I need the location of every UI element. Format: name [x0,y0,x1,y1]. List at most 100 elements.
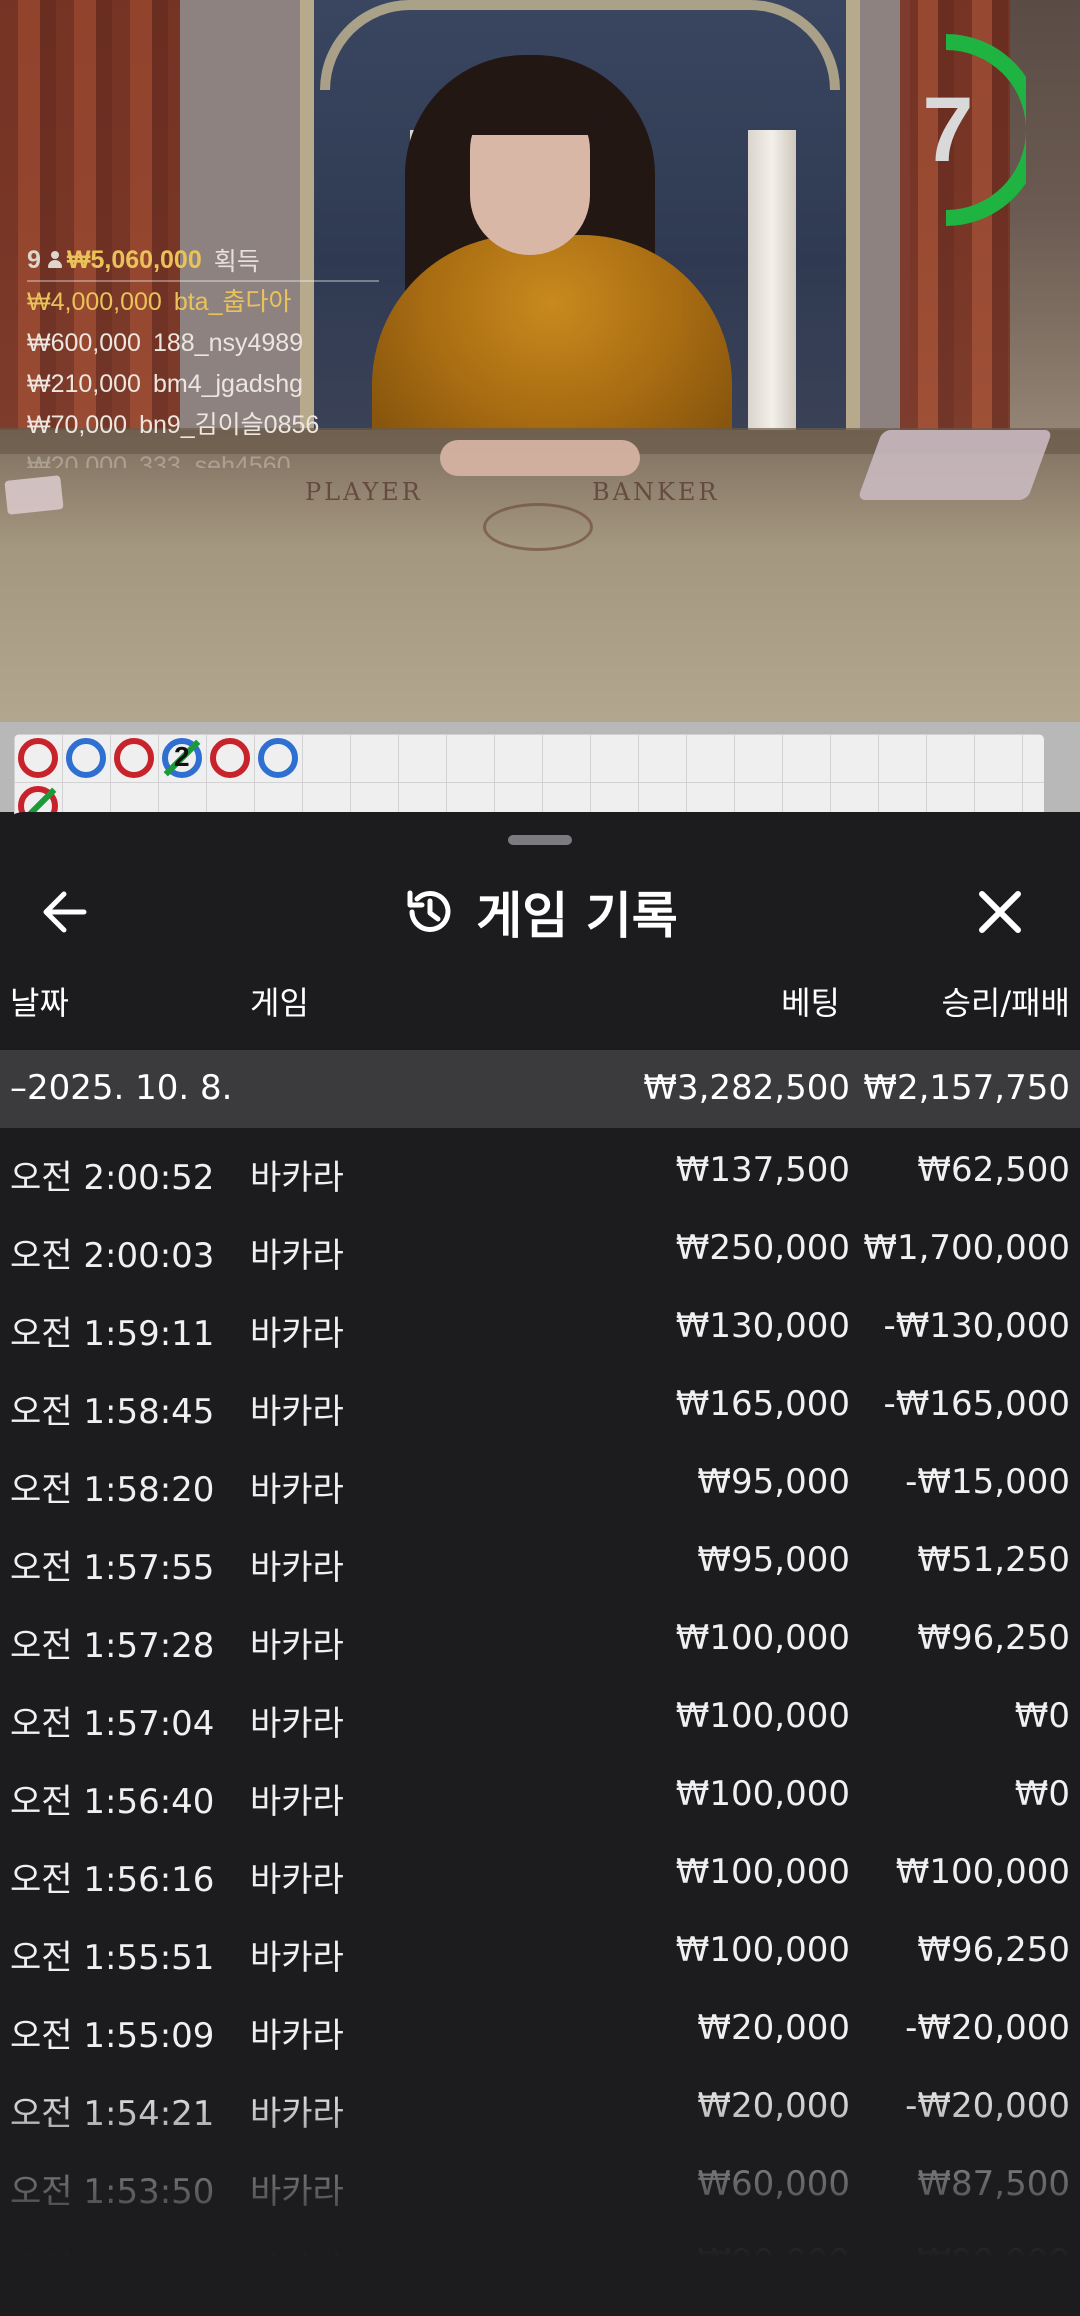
dealer-bangs [455,65,605,135]
row-time: 오전 1:54:21 [10,2094,215,2134]
winner-name: bta_춥다아 [173,288,292,316]
row-game: 바카라 [250,1938,344,1978]
date-group-win-loss-total: ₩2,157,750 [863,1068,1070,1108]
row-game: 바카라 [250,1470,344,1510]
panel-title-group: 게임 기록 [0,862,1080,962]
row-time: 오전 1:57:55 [10,1548,215,1588]
dealer-hands [440,440,640,476]
row-win-loss: -₩20,000 [905,2086,1070,2126]
row-bet: ₩20,000 [697,2008,850,2048]
drag-handle[interactable] [508,835,572,845]
winners-summary: 9 ₩5,060,000 획득 [27,240,379,282]
date-group-bet-total: ₩3,282,500 [643,1068,850,1108]
table-row[interactable]: 오전 1:54:21 바카라 ₩20,000 -₩20,000 [0,2064,1080,2142]
winners-total: ₩5,060,000 [66,245,202,274]
row-win-loss: ₩51,250 [917,1540,1070,1580]
row-bet: ₩95,000 [697,1540,850,1580]
row-time: 오전 1:55:51 [10,1938,215,1978]
row-bet: ₩100,000 [675,1930,850,1970]
row-game: 바카라 [250,2172,344,2212]
player-felt-label: PLAYER [305,478,423,506]
row-game: 바카라 [250,1626,344,1666]
close-icon [979,891,1021,933]
back-button[interactable] [40,884,110,940]
row-win-loss: -₩20,000 [905,2008,1070,2048]
row-bet: ₩60,000 [697,2164,850,2204]
row-bet: ₩95,000 [697,1462,850,1502]
timer-value: 7 [922,79,974,181]
row-game: 바카라 [250,1704,344,1744]
table-row[interactable]: 오전 1:59:11 바카라 ₩130,000 -₩130,000 [0,1284,1080,1362]
row-time: 오전 1:53:50 [10,2172,215,2212]
history-table-header: 날짜 게임 베팅 승리/패배 [0,978,1080,1036]
banker-bead [18,738,58,778]
row-time: 오전 1:57:28 [10,1626,215,1666]
row-time: 오전 1:55:09 [10,2016,215,2056]
winner-row: ₩600,000 188_nsy4989 [27,323,407,364]
row-game: 바카라 [250,1158,344,1198]
row-time: 오전 1:53:26 [10,2250,215,2290]
banker-felt-label: BANKER [592,478,720,506]
row-bet: ₩130,000 [675,1306,850,1346]
card-tray [4,475,64,515]
row-bet: ₩100,000 [675,1852,850,1892]
row-win-loss: ₩96,250 [917,1618,1070,1658]
table-row[interactable]: 오전 1:56:40 바카라 ₩100,000 ₩0 [0,1752,1080,1830]
row-bet: ₩250,000 [675,1228,850,1268]
row-time: 오전 2:00:03 [10,1236,215,1276]
row-bet: ₩20,000 [697,2086,850,2126]
table-row[interactable]: 오전 1:53:26 바카라 ₩90,000 ₩90,000 [0,2220,1080,2298]
player-bead [258,738,298,778]
row-time: 오전 1:59:11 [10,1314,215,1354]
row-bet: ₩100,000 [675,1696,850,1736]
winner-name: bm4_jgadshg [152,370,304,398]
winner-amount: ₩210,000 [27,370,141,398]
table-row[interactable]: 오전 1:57:04 바카라 ₩100,000 ₩0 [0,1674,1080,1752]
table-row[interactable]: 오전 1:56:16 바카라 ₩100,000 ₩100,000 [0,1830,1080,1908]
row-win-loss: ₩1,700,000 [863,1228,1070,1268]
close-button[interactable] [970,882,1030,942]
row-game: 바카라 [250,1860,344,1900]
winner-amount: ₩600,000 [27,329,141,357]
row-win-loss: ₩62,500 [917,1150,1070,1190]
row-bet: ₩100,000 [675,1774,850,1814]
player-bead [66,738,106,778]
banker-bead [114,738,154,778]
winner-name: 188_nsy4989 [152,329,304,357]
panel-header: 게임 기록 [0,862,1080,962]
history-rows: 오전 2:00:52 바카라 ₩137,500 ₩62,500 오전 2:00:03 바… [0,1128,1080,2298]
table-row[interactable]: 오전 1:55:09 바카라 ₩20,000 -₩20,000 [0,1986,1080,2064]
row-bet: ₩90,000 [697,2242,850,2282]
row-time: 오전 2:00:52 [10,1158,215,1198]
table-row[interactable]: 오전 1:53:50 바카라 ₩60,000 ₩87,500 [0,2142,1080,2220]
row-win-loss: -₩165,000 [883,1384,1071,1424]
column-header-date: 날짜 [10,984,69,1022]
winner-row: ₩70,000 bn9_김이슬0856 [27,405,407,446]
row-bet: ₩137,500 [675,1150,850,1190]
table-row[interactable]: 오전 2:00:52 바카라 ₩137,500 ₩62,500 [0,1128,1080,1206]
bead-number: 2 [174,741,190,772]
row-win-loss: ₩90,000 [917,2242,1070,2282]
row-game: 바카라 [250,2250,344,2290]
card-shoe [857,430,1053,500]
row-win-loss: -₩15,000 [905,1462,1070,1502]
row-time: 오전 1:56:16 [10,1860,215,1900]
table-row[interactable]: 오전 1:57:55 바카라 ₩95,000 ₩51,250 [0,1518,1080,1596]
table-row[interactable]: 오전 1:57:28 바카라 ₩100,000 ₩96,250 [0,1596,1080,1674]
row-win-loss: ₩100,000 [895,1852,1070,1892]
table-row[interactable]: 오전 1:58:20 바카라 ₩95,000 -₩15,000 [0,1440,1080,1518]
row-bet: ₩165,000 [675,1384,850,1424]
winner-amount: ₩70,000 [27,411,128,439]
column-header-bet: 베팅 [781,984,840,1022]
row-win-loss: ₩0 [1014,1774,1070,1814]
date-group-row[interactable]: –2025. 10. 8. ₩3,282,500 ₩2,157,750 [0,1050,1080,1128]
history-icon [407,890,451,932]
row-bet: ₩100,000 [675,1618,850,1658]
row-win-loss: ₩0 [1014,1696,1070,1736]
table-row[interactable]: 오전 1:58:45 바카라 ₩165,000 -₩165,000 [0,1362,1080,1440]
winner-name: bn9_김이슬0856 [139,411,320,439]
row-game: 바카라 [250,1782,344,1822]
pillar [748,130,796,450]
table-row[interactable]: 오전 2:00:03 바카라 ₩250,000 ₩1,700,000 [0,1206,1080,1284]
table-row[interactable]: 오전 1:55:51 바카라 ₩100,000 ₩96,250 [0,1908,1080,1986]
